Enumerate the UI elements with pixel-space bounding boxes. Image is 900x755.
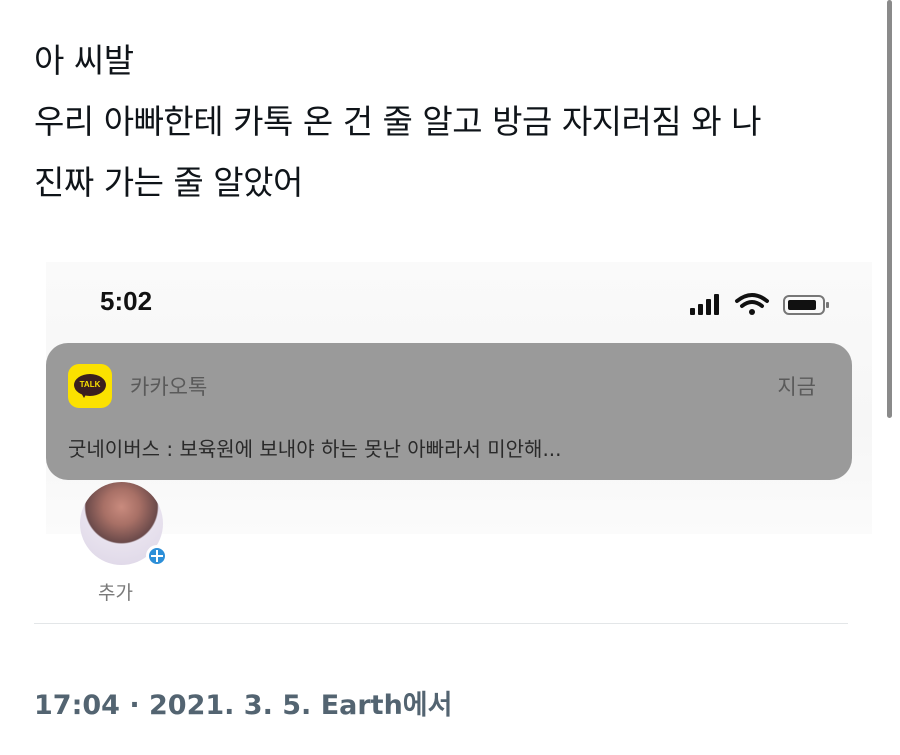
tweet-timestamp[interactable]: 17:04 · 2021. 3. 5. Earth에서 xyxy=(34,683,452,722)
add-label: 추가 xyxy=(98,582,133,604)
kakaotalk-icon-text: TALK xyxy=(79,380,101,389)
status-bar-time: 5:02 xyxy=(100,286,153,316)
tweet-line-3: 진짜 가는 줄 알았어 xyxy=(34,163,303,202)
signal-icon xyxy=(690,294,719,315)
tweet-line-2: 우리 아빠한테 카톡 온 건 줄 알고 방금 자지러짐 와 나 xyxy=(34,102,761,141)
kakaotalk-notification[interactable]: TALK 카카오톡 지금 굿네이버스 : 보육원에 보내야 하는 못난 아빠라서… xyxy=(46,343,852,480)
notification-message: 굿네이버스 : 보육원에 보내야 하는 못난 아빠라서 미안해... xyxy=(68,437,562,461)
scrollbar[interactable] xyxy=(887,0,892,418)
tweet-line-1: 아 씨발 xyxy=(34,41,134,80)
wifi-icon xyxy=(735,293,769,315)
notification-app-name: 카카오톡 xyxy=(130,375,208,399)
battery-icon xyxy=(783,295,829,315)
status-bar-icons xyxy=(690,293,829,315)
notification-time: 지금 xyxy=(777,375,816,399)
tweet-text: 아 씨발 우리 아빠한테 카톡 온 건 줄 알고 방금 자지러짐 와 나 진짜 … xyxy=(34,30,874,213)
divider xyxy=(34,623,848,624)
add-icon[interactable] xyxy=(146,545,168,567)
kakaotalk-icon: TALK xyxy=(68,364,112,408)
